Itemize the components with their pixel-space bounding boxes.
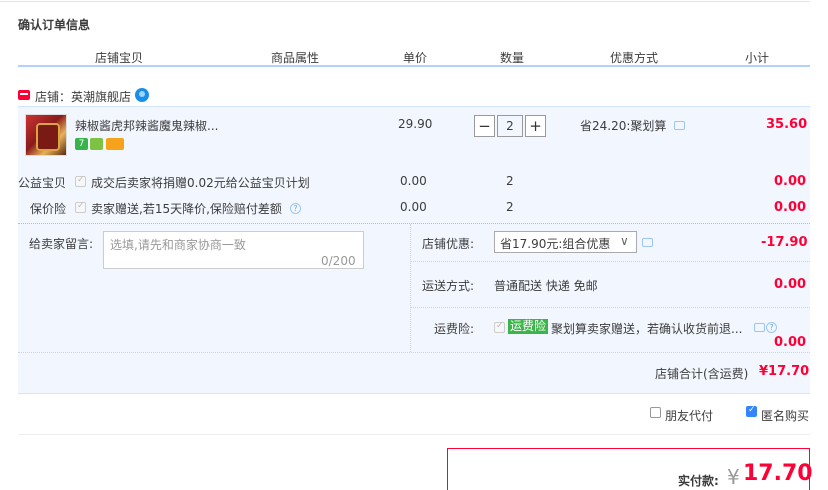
charity-label: 公益宝贝 (18, 176, 67, 190)
credit-card-badge[interactable] (106, 138, 124, 150)
anonymous-label[interactable]: 匿名购买 (761, 407, 809, 424)
friend-pay-checkbox[interactable] (650, 407, 661, 418)
shipping-label: 运送方式: (422, 279, 475, 293)
product-name-link[interactable]: 辣椒酱虎邦辣酱魔鬼辣椒... (75, 117, 218, 134)
message-label: 给卖家留言: (29, 237, 94, 251)
top-divider (0, 0, 810, 2)
price-insurance-price: 0.00 (400, 200, 427, 214)
freight-insurance-amount: 0.00 (774, 335, 807, 350)
freight-insurance-label: 运费险: (434, 322, 475, 336)
anonymous-checkbox[interactable] (746, 405, 757, 417)
message-char-count: 0/200 (321, 254, 356, 268)
help-icon[interactable]: ? (766, 322, 777, 333)
freight-insurance-checkbox (494, 321, 505, 333)
shipping-amount: 0.00 (774, 277, 807, 292)
pay-amount: 17.70 (743, 461, 813, 486)
chat-icon[interactable] (674, 121, 685, 130)
shop-discount-value: 省17.90元:组合优惠 (500, 237, 611, 251)
seven-day-return-badge[interactable]: 7 (75, 138, 88, 150)
quantity-decrease-button[interactable]: − (474, 115, 495, 137)
header-quantity: 数量 (500, 51, 525, 65)
product-thumbnail[interactable] (25, 114, 67, 156)
pay-label: 实付款: (678, 474, 719, 488)
charity-subtotal: 0.00 (774, 174, 807, 189)
shipping-method: 普通配送 快递 免邮 (494, 279, 598, 293)
charity-qty: 2 (506, 174, 514, 188)
freight-insurance-tag: 运费险 (508, 319, 549, 334)
price-insurance-checkbox (75, 201, 86, 213)
charity-price: 0.00 (400, 174, 427, 188)
price-insurance-label: 保价险 (30, 202, 67, 216)
header-unit-price: 单价 (403, 51, 428, 65)
vertical-divider (410, 224, 411, 352)
row-divider (18, 352, 810, 353)
header-attributes: 商品属性 (271, 51, 320, 65)
section-title: 确认订单信息 (18, 18, 91, 32)
guarantee-badge[interactable] (90, 138, 103, 150)
pay-currency: ¥ (727, 465, 740, 489)
chevron-down-icon[interactable]: ∨ (620, 234, 629, 248)
header-divider (18, 65, 810, 67)
chat-icon[interactable] (754, 323, 765, 332)
header-discount: 优惠方式 (610, 51, 659, 65)
price-insurance-qty: 2 (506, 200, 514, 214)
options-divider (18, 434, 810, 435)
row-divider (411, 307, 810, 308)
section-divider (18, 393, 810, 394)
shop-total-label: 店铺合计(含运费) (655, 367, 749, 381)
item-discount: 省24.20:聚划算 (580, 119, 667, 133)
shop-total-amount: ¥17.70 (759, 364, 810, 379)
chat-icon[interactable] (642, 238, 653, 247)
charity-checkbox (75, 175, 86, 187)
message-placeholder: 选填,请先和商家协商一致 (110, 238, 246, 252)
shop-label: 店铺：英潮旗舰店 (35, 88, 131, 105)
charity-desc: 成交后卖家将捐赠0.02元给公益宝贝计划 (91, 176, 310, 190)
shop-discount-label: 店铺优惠: (422, 237, 475, 251)
shop-name-link[interactable]: 英潮旗舰店 (71, 90, 131, 104)
shop-icon (18, 90, 30, 100)
help-icon[interactable]: ? (290, 203, 301, 214)
quantity-stepper: − 2 + (474, 115, 546, 137)
item-subtotal: 35.60 (766, 117, 808, 132)
wangwang-icon[interactable] (135, 88, 149, 102)
unit-price: 29.90 (398, 117, 433, 131)
header-shop-item: 店铺宝贝 (95, 51, 144, 65)
price-insurance-desc: 卖家赠送,若15天降价,保险赔付差额 (91, 202, 282, 216)
shop-discount-amount: -17.90 (761, 235, 808, 250)
quantity-input[interactable]: 2 (497, 115, 523, 137)
freight-insurance-desc: 聚划算卖家赠送，若确认收货前退... (551, 322, 743, 336)
header-subtotal: 小计 (745, 51, 770, 65)
friend-pay-label[interactable]: 朋友代付 (665, 407, 713, 424)
quantity-increase-button[interactable]: + (525, 115, 546, 137)
shop-label-text: 店铺： (35, 90, 72, 104)
price-insurance-subtotal: 0.00 (774, 200, 807, 215)
row-divider (411, 261, 810, 262)
